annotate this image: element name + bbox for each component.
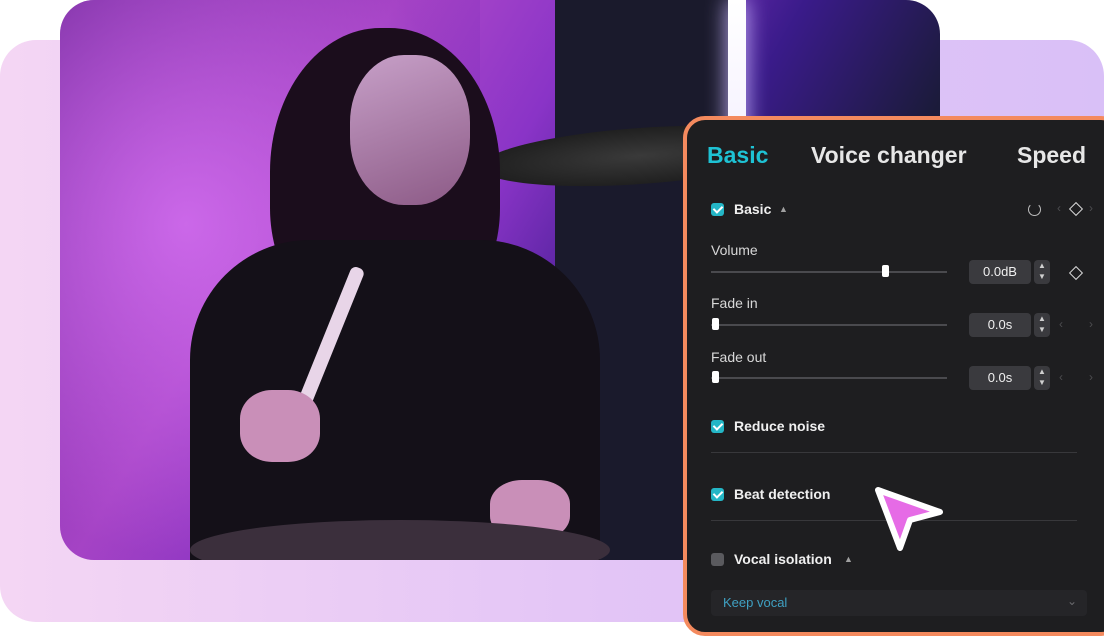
fade-out-slider-track[interactable] bbox=[711, 377, 947, 379]
volume-label: Volume bbox=[711, 242, 758, 258]
photo-face bbox=[350, 55, 470, 205]
chevron-right-icon: › bbox=[1089, 201, 1093, 215]
volume-slider-knob[interactable] bbox=[882, 265, 889, 277]
pointer-cursor-icon bbox=[875, 487, 943, 551]
beat-detection-label: Beat detection bbox=[734, 486, 831, 502]
fade-in-slider-knob[interactable] bbox=[712, 318, 719, 330]
fade-in-chevron-left-icon: ‹ bbox=[1059, 317, 1063, 331]
fade-in-chevron-right-icon: › bbox=[1089, 317, 1093, 331]
volume-stepper[interactable]: ▲ ▼ bbox=[1034, 260, 1050, 284]
audio-settings-panel: Basic Voice changer Speed Basic ▲ ‹ › Vo… bbox=[683, 116, 1104, 636]
fade-out-value-field[interactable]: 0.0s bbox=[969, 366, 1031, 390]
vocal-isolation-label: Vocal isolation bbox=[734, 551, 832, 567]
tab-voice-changer[interactable]: Voice changer bbox=[811, 142, 967, 169]
fade-out-slider-knob[interactable] bbox=[712, 371, 719, 383]
keyframe-diamond-icon[interactable] bbox=[1068, 201, 1084, 217]
fade-in-stepper[interactable]: ▲ ▼ bbox=[1034, 313, 1050, 337]
caret-up-icon[interactable]: ▲ bbox=[844, 554, 853, 564]
fade-out-label: Fade out bbox=[711, 349, 767, 365]
fade-out-chevron-left-icon: ‹ bbox=[1059, 370, 1063, 384]
chevron-left-icon: ‹ bbox=[1057, 201, 1061, 215]
fade-out-stepper[interactable]: ▲ ▼ bbox=[1034, 366, 1050, 390]
beat-detection-checkbox[interactable] bbox=[711, 488, 724, 501]
tab-basic[interactable]: Basic bbox=[707, 142, 768, 169]
tab-speed[interactable]: Speed bbox=[1017, 142, 1086, 169]
chevron-down-icon: ⌄ bbox=[1066, 594, 1077, 608]
vocal-isolation-select-value: Keep vocal bbox=[723, 595, 788, 610]
volume-value-field[interactable]: 0.0dB bbox=[969, 260, 1031, 284]
reduce-noise-label: Reduce noise bbox=[734, 418, 826, 434]
fade-out-chevron-right-icon: › bbox=[1089, 370, 1093, 384]
volume-keyframe-icon[interactable] bbox=[1068, 265, 1084, 281]
photo-hand-left bbox=[240, 390, 320, 462]
basic-section-label: Basic bbox=[734, 201, 772, 217]
fade-in-label: Fade in bbox=[711, 295, 758, 311]
reduce-noise-checkbox[interactable] bbox=[711, 420, 724, 433]
reset-icon[interactable] bbox=[1028, 203, 1041, 216]
basic-checkbox[interactable] bbox=[711, 203, 724, 216]
divider bbox=[711, 452, 1077, 453]
caret-up-icon[interactable]: ▲ bbox=[779, 204, 788, 214]
fade-in-slider-track[interactable] bbox=[711, 324, 947, 326]
volume-slider-track[interactable] bbox=[711, 271, 947, 273]
fade-in-value-field[interactable]: 0.0s bbox=[969, 313, 1031, 337]
vocal-isolation-select[interactable]: Keep vocal ⌄ bbox=[711, 590, 1087, 616]
vocal-isolation-checkbox[interactable] bbox=[711, 553, 724, 566]
